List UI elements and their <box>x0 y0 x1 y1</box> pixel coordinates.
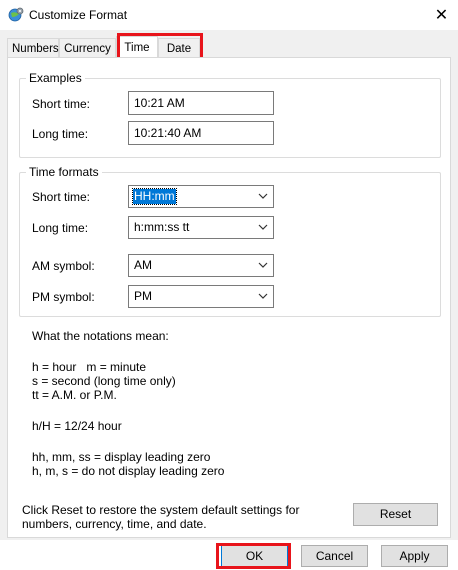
pm-symbol-combobox[interactable]: PM <box>128 285 274 308</box>
pm-symbol-value: PM <box>134 289 152 303</box>
examples-group-label: Examples <box>26 71 85 85</box>
chevron-down-icon <box>258 224 268 230</box>
chevron-down-icon <box>258 262 268 268</box>
notation-line: s = second (long time only) <box>32 374 176 388</box>
long-time-value: h:mm:ss tt <box>134 220 190 234</box>
notation-line: hh, mm, ss = display leading zero <box>32 450 211 464</box>
example-short-time-label: Short time: <box>32 97 91 111</box>
am-symbol-value: AM <box>134 258 152 272</box>
pm-symbol-label: PM symbol: <box>32 290 95 304</box>
short-time-combobox[interactable]: HH:mm <box>128 185 274 208</box>
tab-numbers[interactable]: Numbers <box>7 38 59 59</box>
chevron-down-icon <box>258 293 268 299</box>
reset-description: Click Reset to restore the system defaul… <box>22 503 300 517</box>
close-icon: ✕ <box>434 7 449 24</box>
notation-line: h/H = 12/24 hour <box>32 419 122 433</box>
notation-line: h, m, s = do not display leading zero <box>32 464 225 478</box>
am-symbol-combobox[interactable]: AM <box>128 254 274 277</box>
reset-description: numbers, currency, time, and date. <box>22 517 207 531</box>
long-time-label: Long time: <box>32 221 89 235</box>
reset-button[interactable]: Reset <box>353 503 438 526</box>
short-time-label: Short time: <box>32 190 91 204</box>
time-formats-group-label: Time formats <box>26 165 102 179</box>
am-symbol-label: AM symbol: <box>32 259 95 273</box>
example-long-time-label: Long time: <box>32 127 89 141</box>
example-long-time-field: 10:21:40 AM <box>128 121 274 145</box>
short-time-value: HH:mm <box>132 188 177 205</box>
notation-line: h = hour m = minute <box>32 360 147 374</box>
chevron-down-icon <box>258 193 268 199</box>
title-bar: Customize Format ✕ <box>0 0 458 30</box>
tab-currency[interactable]: Currency <box>59 38 116 59</box>
ok-button[interactable]: OK <box>221 545 288 567</box>
notation-line: tt = A.M. or P.M. <box>32 388 117 402</box>
apply-button[interactable]: Apply <box>381 545 448 567</box>
cancel-button[interactable]: Cancel <box>301 545 368 567</box>
window-title: Customize Format <box>29 8 128 22</box>
notations-heading: What the notations mean: <box>32 329 169 343</box>
close-button[interactable]: ✕ <box>425 0 458 30</box>
example-short-time-field: 10:21 AM <box>128 91 274 115</box>
examples-group: Examples <box>19 71 441 158</box>
tab-date[interactable]: Date <box>158 38 200 59</box>
globe-settings-icon <box>8 7 24 22</box>
long-time-combobox[interactable]: h:mm:ss tt <box>128 216 274 239</box>
